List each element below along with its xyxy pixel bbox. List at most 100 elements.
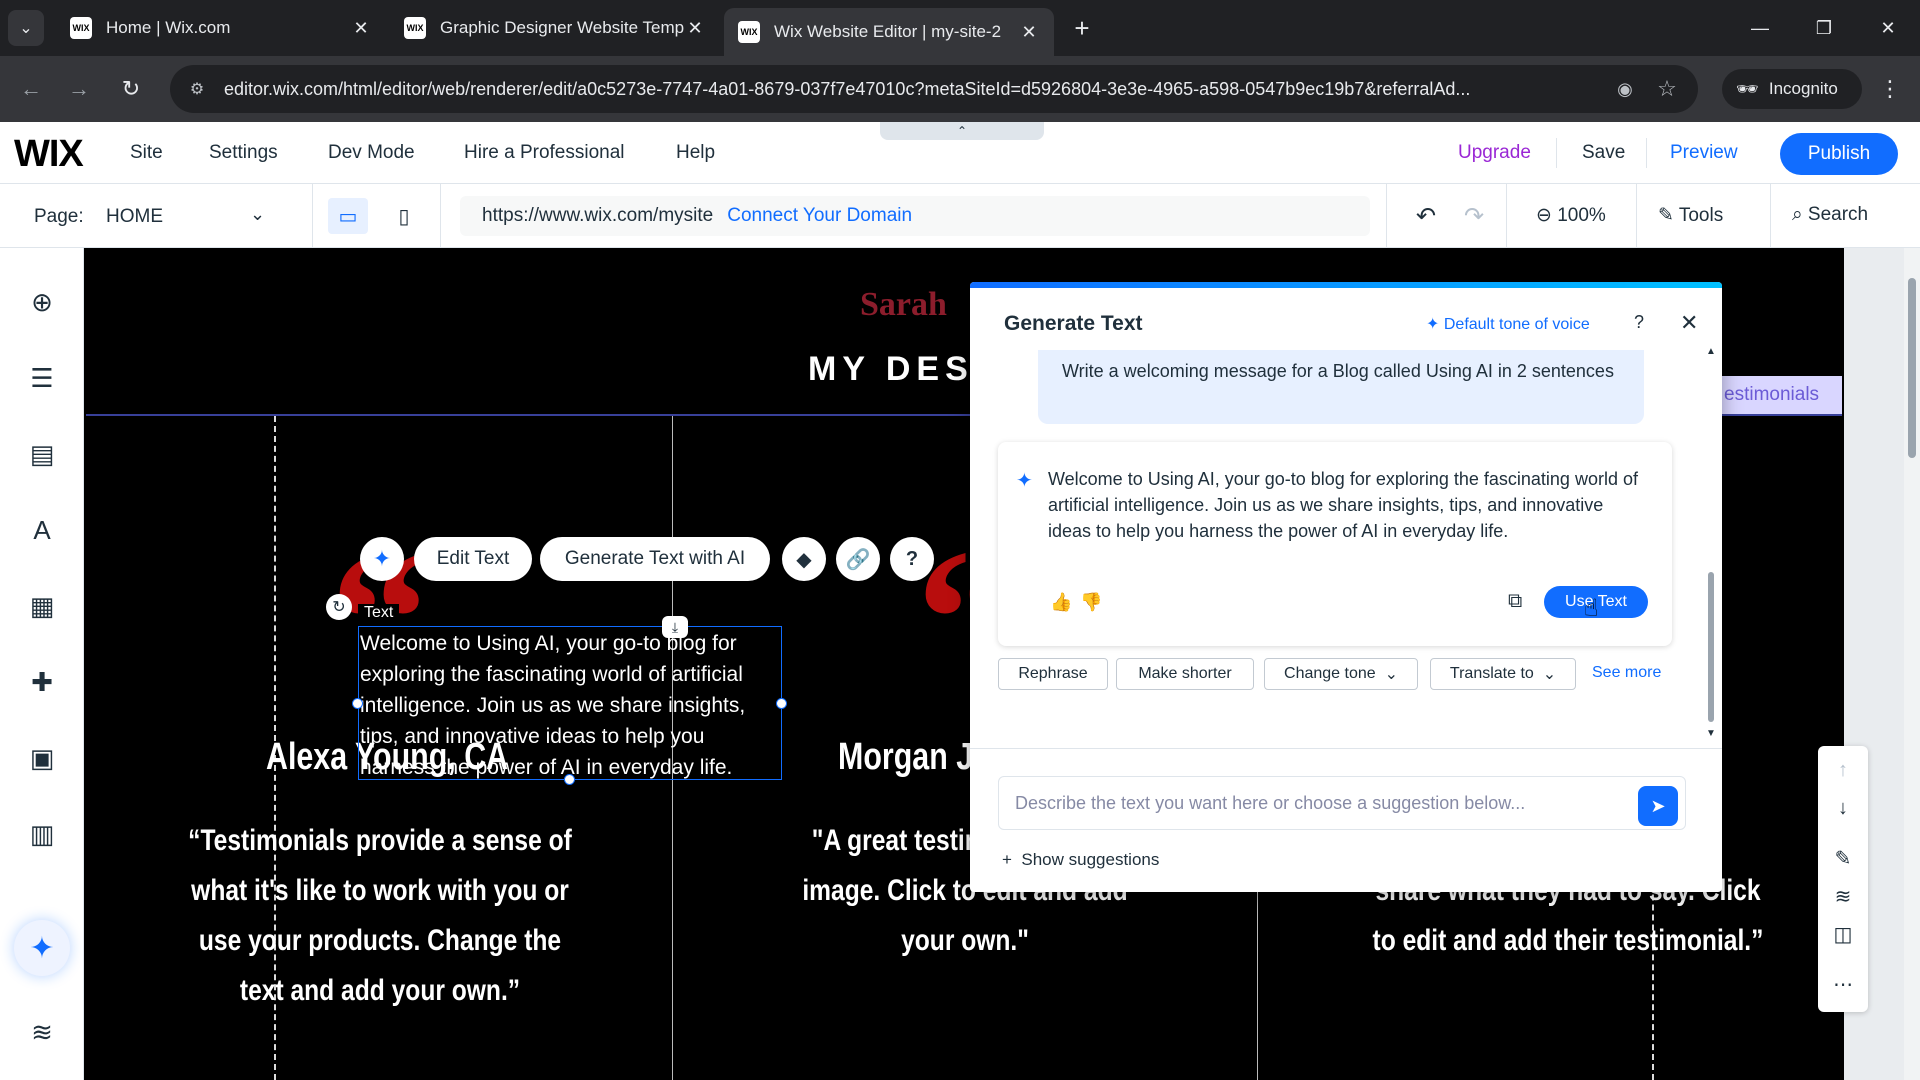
save-button[interactable]: Save: [1582, 142, 1625, 164]
show-suggestions-button[interactable]: + Show suggestions: [1002, 850, 1159, 870]
window-close-icon[interactable]: ✕: [1868, 10, 1908, 46]
menu-settings[interactable]: Settings: [209, 142, 278, 164]
browser-tab-bar: ⌄ WIX Home | Wix.com ✕ WIX Graphic Desig…: [0, 0, 1920, 56]
close-icon[interactable]: ✕: [1680, 310, 1698, 336]
tone-label: Default tone of voice: [1443, 316, 1590, 333]
tone-of-voice-button[interactable]: ✦ Default tone of voice: [1426, 314, 1590, 334]
ai-sparkle-button[interactable]: ✦: [360, 537, 404, 581]
chevron-down-icon[interactable]: ⌄: [250, 204, 265, 225]
see-more-link[interactable]: See more: [1592, 664, 1661, 682]
layers-icon[interactable]: ≋: [1818, 878, 1868, 914]
arrow-down-icon[interactable]: ↓: [1818, 790, 1868, 826]
arrow-up-icon[interactable]: ↑: [1818, 752, 1868, 788]
question-icon[interactable]: ?: [1634, 312, 1644, 333]
ai-assistant-icon[interactable]: ✦: [14, 920, 70, 976]
browser-tab-editor[interactable]: WIX Wix Website Editor | my-site-2 ✕: [724, 8, 1054, 56]
close-icon[interactable]: ✕: [1018, 22, 1040, 43]
menu-hire-professional[interactable]: Hire a Professional: [464, 142, 625, 164]
media-icon[interactable]: ▣: [22, 738, 62, 778]
scrollbar-thumb[interactable]: [1908, 278, 1916, 458]
thumbs-down-icon[interactable]: 👎: [1080, 592, 1102, 613]
scroll-up-icon[interactable]: ▲: [1706, 346, 1716, 357]
animation-icon[interactable]: ◆: [782, 537, 826, 581]
page-selector[interactable]: HOME: [106, 206, 163, 228]
back-icon[interactable]: ←: [12, 70, 50, 108]
edit-text-button[interactable]: Edit Text: [414, 537, 532, 581]
add-section-icon[interactable]: ☰: [22, 358, 62, 398]
publish-button[interactable]: Publish: [1780, 133, 1898, 175]
thumbs-up-icon[interactable]: 👍: [1050, 592, 1072, 613]
divider: [1506, 184, 1507, 248]
add-apps-icon[interactable]: ▦: [22, 586, 62, 626]
layers-icon[interactable]: ≋: [22, 1012, 62, 1052]
wix-favicon: WIX: [738, 21, 760, 43]
menu-help[interactable]: Help: [676, 142, 715, 164]
redo-icon[interactable]: ↷: [1464, 202, 1484, 231]
rephrase-button[interactable]: Rephrase: [998, 658, 1108, 690]
address-input[interactable]: ⚙ editor.wix.com/html/editor/web/rendere…: [170, 65, 1698, 113]
site-url: https://www.wix.com/mysite: [482, 205, 714, 226]
business-tools-icon[interactable]: ✚: [22, 662, 62, 702]
site-heading[interactable]: MY DESI: [808, 350, 989, 389]
testimonial-text[interactable]: “Testimonials provide a sense of what it…: [188, 816, 572, 1016]
mobile-view-icon[interactable]: ▯: [384, 198, 424, 234]
layout-icon[interactable]: ◫: [1818, 916, 1868, 952]
incognito-indicator[interactable]: 🕶 Incognito: [1722, 69, 1862, 109]
bookmark-star-icon[interactable]: ☆: [1654, 76, 1680, 102]
left-tool-rail: ⊕ ☰ ▤ A ▦ ✚ ▣ ▥ ✦ ≋: [0, 248, 84, 1080]
restore-icon[interactable]: ❐: [1804, 10, 1844, 46]
cms-icon[interactable]: ▥: [22, 814, 62, 854]
desktop-view-icon[interactable]: ▭: [328, 198, 368, 234]
panel-scrollbar[interactable]: [1708, 572, 1714, 722]
upgrade-link[interactable]: Upgrade: [1458, 142, 1531, 164]
help-icon[interactable]: ?: [890, 537, 934, 581]
close-icon[interactable]: ✕: [684, 18, 706, 39]
more-icon[interactable]: ⋯: [1818, 966, 1868, 1002]
rotate-handle-icon[interactable]: ↻: [326, 594, 352, 620]
ai-answer-card: ✦ Welcome to Using AI, your go-to blog f…: [998, 442, 1672, 646]
eye-off-icon[interactable]: ◉: [1612, 79, 1638, 100]
close-icon[interactable]: ✕: [350, 18, 372, 39]
resize-handle[interactable]: [564, 774, 575, 785]
make-shorter-button[interactable]: Make shorter: [1116, 658, 1254, 690]
change-tone-dropdown[interactable]: Change tone ⌄: [1264, 658, 1418, 690]
preview-button[interactable]: Preview: [1670, 142, 1738, 164]
minimize-icon[interactable]: —: [1740, 10, 1780, 46]
drag-handle-icon[interactable]: ⤓: [662, 616, 688, 638]
scroll-down-icon[interactable]: ▼: [1706, 728, 1716, 739]
describe-text-input[interactable]: Describe the text you want here or choos…: [998, 776, 1686, 830]
new-tab-plus-icon[interactable]: +: [1066, 12, 1098, 44]
forward-icon[interactable]: →: [60, 70, 98, 108]
zoom-control[interactable]: ⊖ 100%: [1536, 204, 1606, 227]
browser-menu-icon[interactable]: ⋮: [1872, 70, 1908, 108]
pencil-icon[interactable]: ✎: [1818, 840, 1868, 876]
resize-handle[interactable]: [352, 698, 363, 709]
wix-logo[interactable]: WIX: [14, 133, 84, 176]
search-button[interactable]: ⌕ Search: [1792, 204, 1868, 226]
canvas-scrollbar[interactable]: [1904, 248, 1920, 1080]
translate-dropdown[interactable]: Translate to ⌄: [1430, 658, 1576, 690]
browser-tab-home[interactable]: WIX Home | Wix.com ✕: [56, 8, 386, 48]
tab-search-menu-icon[interactable]: ⌄: [8, 10, 44, 46]
send-icon[interactable]: ➤: [1638, 786, 1678, 826]
site-info-icon[interactable]: ⚙: [186, 78, 208, 100]
add-elements-icon[interactable]: ⊕: [22, 282, 62, 322]
reload-icon[interactable]: ↻: [112, 70, 150, 108]
site-owner-name[interactable]: Sarah: [860, 286, 947, 324]
collapse-toolbar-chevron-icon[interactable]: ⌃: [880, 122, 1044, 140]
generate-text-ai-button[interactable]: Generate Text with AI: [540, 537, 770, 581]
tools-button[interactable]: ✎ Tools: [1658, 204, 1723, 227]
testimonials-section-tag[interactable]: estimonials: [1718, 376, 1842, 414]
link-icon[interactable]: 🔗: [836, 537, 880, 581]
copy-icon[interactable]: ⧉: [1508, 590, 1522, 613]
resize-handle[interactable]: [776, 698, 787, 709]
pages-menu-icon[interactable]: ▤: [22, 434, 62, 474]
undo-icon[interactable]: ↶: [1416, 202, 1436, 231]
connect-domain-link[interactable]: Connect Your Domain: [727, 205, 912, 227]
menu-dev-mode[interactable]: Dev Mode: [328, 142, 415, 164]
menu-site[interactable]: Site: [130, 142, 163, 164]
site-design-icon[interactable]: A: [22, 510, 62, 550]
browser-tab-template[interactable]: WIX Graphic Designer Website Temp ✕: [390, 8, 720, 48]
testimonial-name[interactable]: Morgan Ja: [838, 736, 990, 779]
divider: [1770, 184, 1771, 248]
